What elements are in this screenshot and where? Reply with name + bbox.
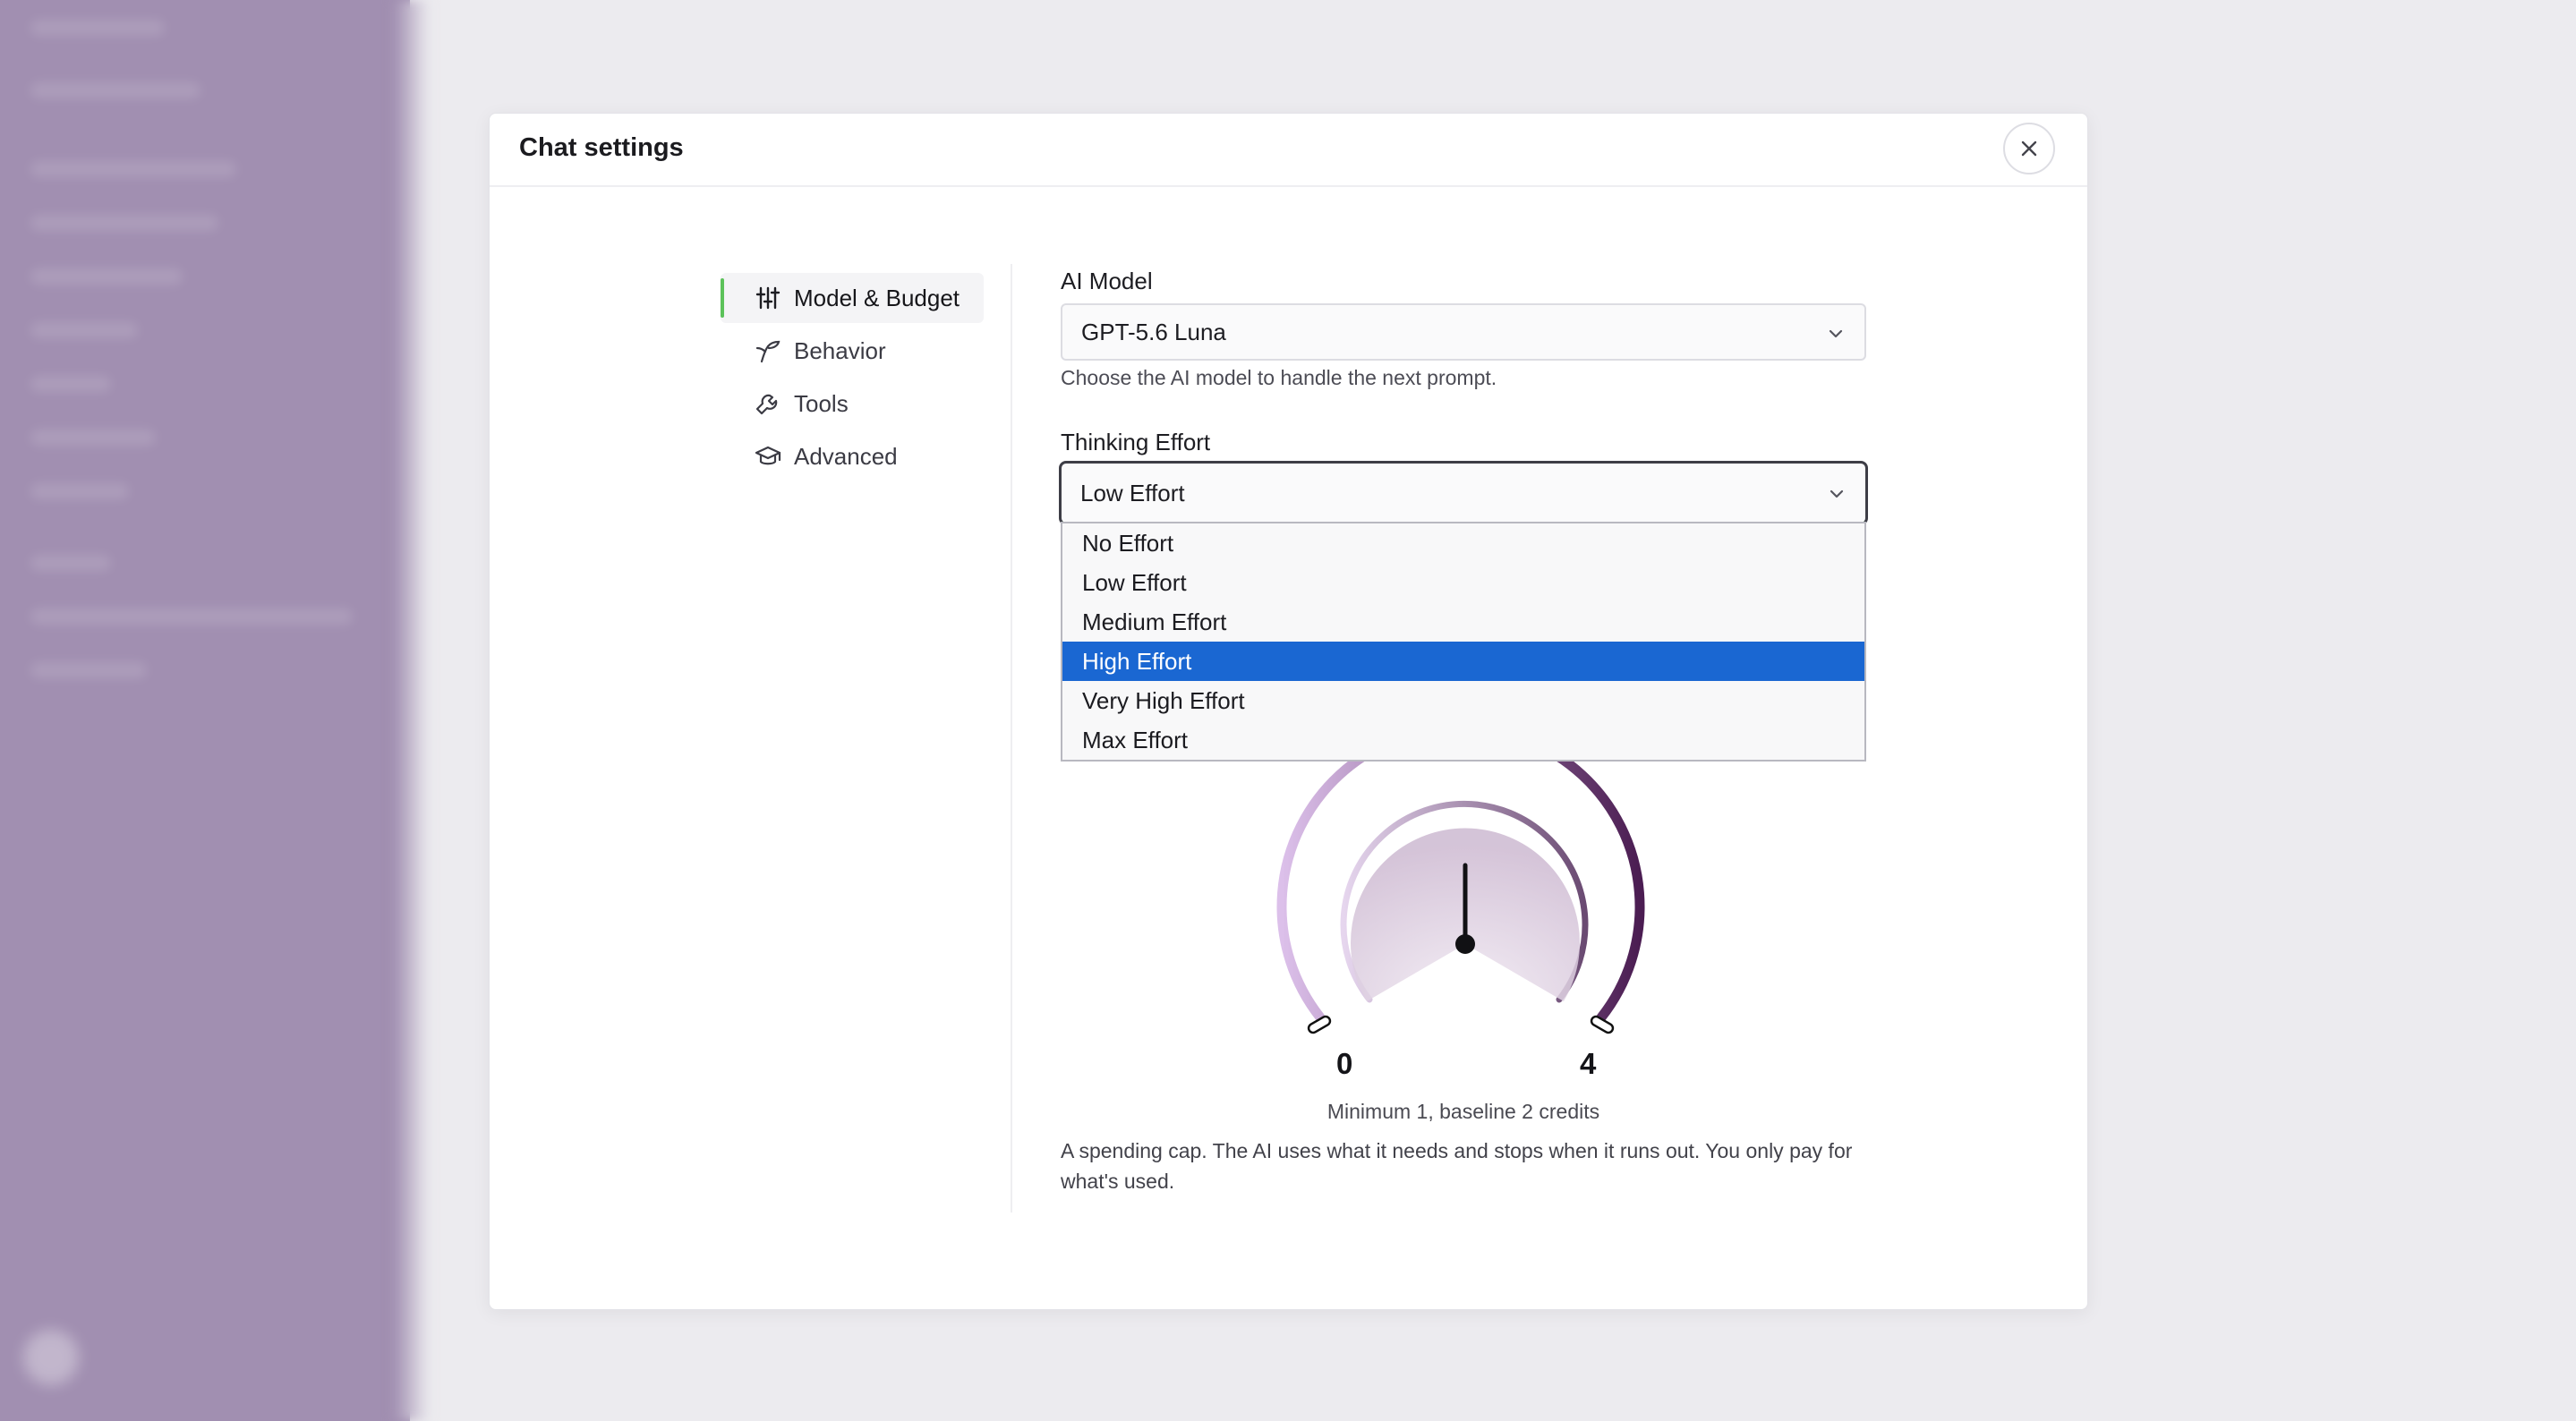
settings-nav: Model & Budget Behavior Tools Advanced	[721, 273, 984, 484]
chat-settings-dialog: Chat settings Model & Budget Behavior To…	[489, 113, 2088, 1310]
graduation-cap-icon	[755, 443, 781, 470]
option-max-effort[interactable]: Max Effort	[1062, 720, 1864, 760]
sprout-icon	[755, 337, 781, 364]
nav-item-model-budget[interactable]: Model & Budget	[721, 273, 984, 323]
nav-item-label: Behavior	[794, 336, 886, 364]
nav-item-label: Model & Budget	[794, 284, 960, 311]
gauge-min-label: 0	[1336, 1047, 1353, 1080]
nav-divider	[1011, 264, 1012, 1213]
background-sidebar	[0, 0, 410, 1421]
budget-help: A spending cap. The AI uses what it need…	[1061, 1139, 1853, 1193]
option-very-high-effort[interactable]: Very High Effort	[1062, 681, 1864, 720]
close-button[interactable]	[2003, 123, 2055, 174]
option-low-effort[interactable]: Low Effort	[1062, 563, 1864, 602]
nav-item-tools[interactable]: Tools	[721, 379, 984, 429]
wrench-icon	[755, 390, 781, 417]
gauge-max-label: 4	[1580, 1047, 1597, 1080]
budget-gauge: 0 4 Minimum 1, baseline 2 credits A spen…	[1061, 114, 1866, 1193]
form-column: AI Model GPT-5.6 Luna Choose the AI mode…	[1059, 114, 1870, 1311]
close-icon	[2021, 140, 2037, 157]
option-no-effort[interactable]: No Effort	[1062, 523, 1864, 563]
nav-item-label: Tools	[794, 389, 849, 417]
option-high-effort[interactable]: High Effort	[1062, 642, 1864, 681]
nav-item-behavior[interactable]: Behavior	[721, 326, 984, 376]
gauge-caption: Minimum 1, baseline 2 credits	[1326, 1100, 1600, 1123]
option-medium-effort[interactable]: Medium Effort	[1062, 602, 1864, 642]
gauge-pivot	[1455, 934, 1475, 954]
nav-item-label: Advanced	[794, 442, 898, 470]
dialog-title: Chat settings	[519, 133, 684, 162]
sliders-icon	[755, 285, 781, 311]
nav-item-advanced[interactable]: Advanced	[721, 431, 984, 481]
thinking-effort-dropdown: No Effort Low Effort Medium Effort High …	[1061, 522, 1866, 762]
